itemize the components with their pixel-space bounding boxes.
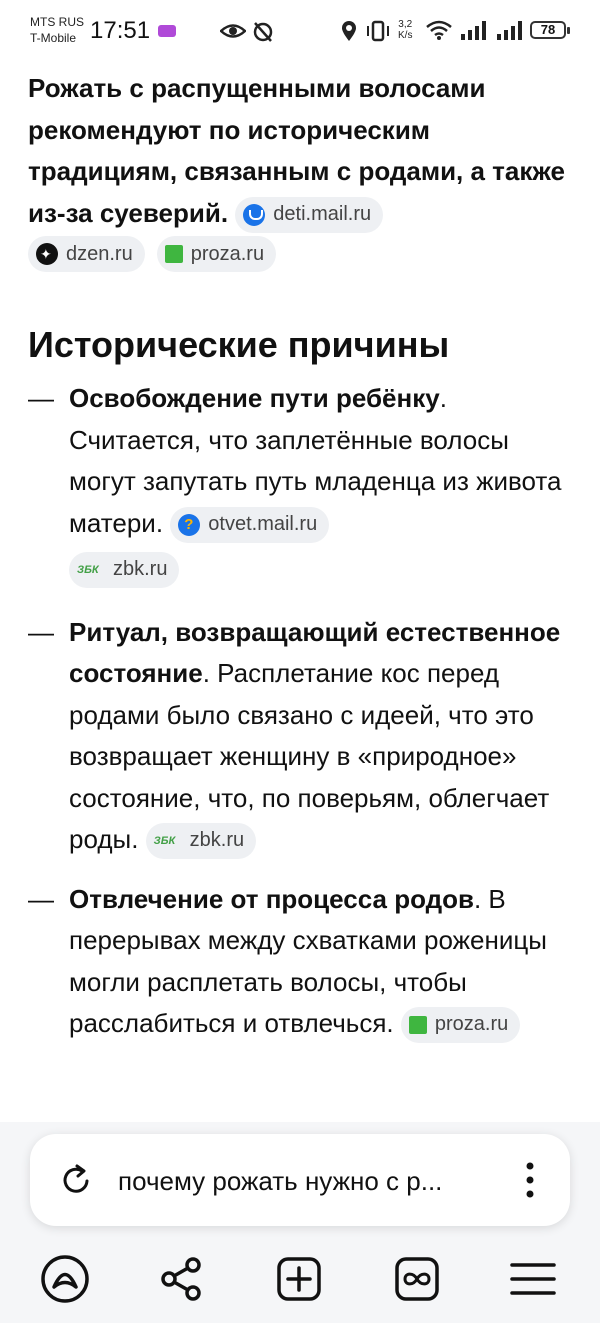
alice-icon[interactable] <box>40 1254 90 1304</box>
proza-icon <box>164 245 183 263</box>
list-dash: — <box>28 883 54 914</box>
status-clock: 17:51 <box>90 17 151 44</box>
source-chip-label: proza.ru <box>190 242 265 265</box>
signal-1-icon <box>461 21 486 40</box>
status-bar: MTS RUS T-Mobile 17:51 3,2 K/s 78 <box>0 0 600 62</box>
source-chip-label: zbk.ru <box>189 829 245 852</box>
wifi-icon <box>426 20 452 40</box>
carrier-info: MTS RUS T-Mobile <box>30 14 84 46</box>
list-item: — Освобождение пути ребёнку. Считается, … <box>28 378 578 590</box>
network-speed: 3,2 K/s <box>398 19 412 41</box>
dzen-icon <box>36 243 58 265</box>
intro-sources-row: dzen.ru proza.ru <box>28 236 578 272</box>
source-chip-proza[interactable]: proza.ru <box>400 1007 521 1044</box>
source-chip-label: deti.mail.ru <box>273 202 372 225</box>
tabs-icon[interactable] <box>392 1254 442 1304</box>
answer-content: Рожать с распущенными волосами рекоменду… <box>28 68 578 1044</box>
list-item: — Ритуал, возвращающий естественное сост… <box>28 612 578 861</box>
proza-icon <box>408 1016 427 1035</box>
source-chip-dzen[interactable]: dzen.ru <box>28 236 145 272</box>
battery-indicator: 78 <box>530 21 570 39</box>
answer-intro: Рожать с распущенными волосами рекоменду… <box>28 68 578 234</box>
source-chip-label: zbk.ru <box>113 558 168 581</box>
deti-mail-icon <box>243 203 266 226</box>
new-tab-icon[interactable] <box>274 1254 324 1304</box>
list-dash: — <box>28 616 54 647</box>
zbk-logo-icon: ЗБК <box>77 564 99 577</box>
source-chip-proza[interactable]: proza.ru <box>156 236 277 272</box>
network-speed-unit: K/s <box>398 30 413 41</box>
source-chip-deti-mail[interactable]: deti.mail.ru <box>235 196 384 233</box>
search-query[interactable]: почему рожать нужно с р... <box>118 1163 442 1199</box>
source-chip-label: dzen.ru <box>66 242 133 265</box>
menu-icon[interactable] <box>508 1254 558 1304</box>
carrier-line-2: T-Mobile <box>30 31 77 45</box>
vibrate-icon <box>367 20 389 42</box>
list-item: — Отвлечение от процесса родов. В переры… <box>28 879 578 1045</box>
ozon-app-icon <box>158 25 176 37</box>
share-icon[interactable] <box>157 1254 207 1304</box>
source-chip-zbk[interactable]: ЗБК zbk.ru <box>145 823 257 860</box>
section-title: Исторические причины <box>28 324 450 365</box>
more-vertical-icon[interactable] <box>524 1160 536 1200</box>
item-title: Освобождение пути ребёнку <box>69 383 440 413</box>
reasons-list: — Освобождение пути ребёнку. Считается, … <box>28 378 578 1063</box>
source-chip-otvet-mail[interactable]: otvet.mail.ru <box>170 506 330 543</box>
network-speed-value: 3,2 <box>398 19 413 30</box>
otvet-mail-icon <box>178 513 201 536</box>
item-title: Отвлечение от процесса родов <box>69 883 474 914</box>
carrier-line-1: MTS RUS <box>30 15 84 29</box>
eye-icon <box>220 24 246 38</box>
source-chip-label: otvet.mail.ru <box>208 512 318 535</box>
signal-2-icon <box>497 21 522 40</box>
list-dash: — <box>28 383 54 413</box>
source-chip-zbk[interactable]: ЗБК zbk.ru <box>69 552 180 589</box>
source-chip-label: proza.ru <box>434 1013 509 1036</box>
intro-end: . <box>220 197 229 228</box>
location-icon <box>342 21 356 41</box>
zbk-logo-icon: ЗБК <box>153 835 176 848</box>
reload-icon[interactable] <box>58 1162 94 1198</box>
alarm-off-icon <box>253 22 273 42</box>
